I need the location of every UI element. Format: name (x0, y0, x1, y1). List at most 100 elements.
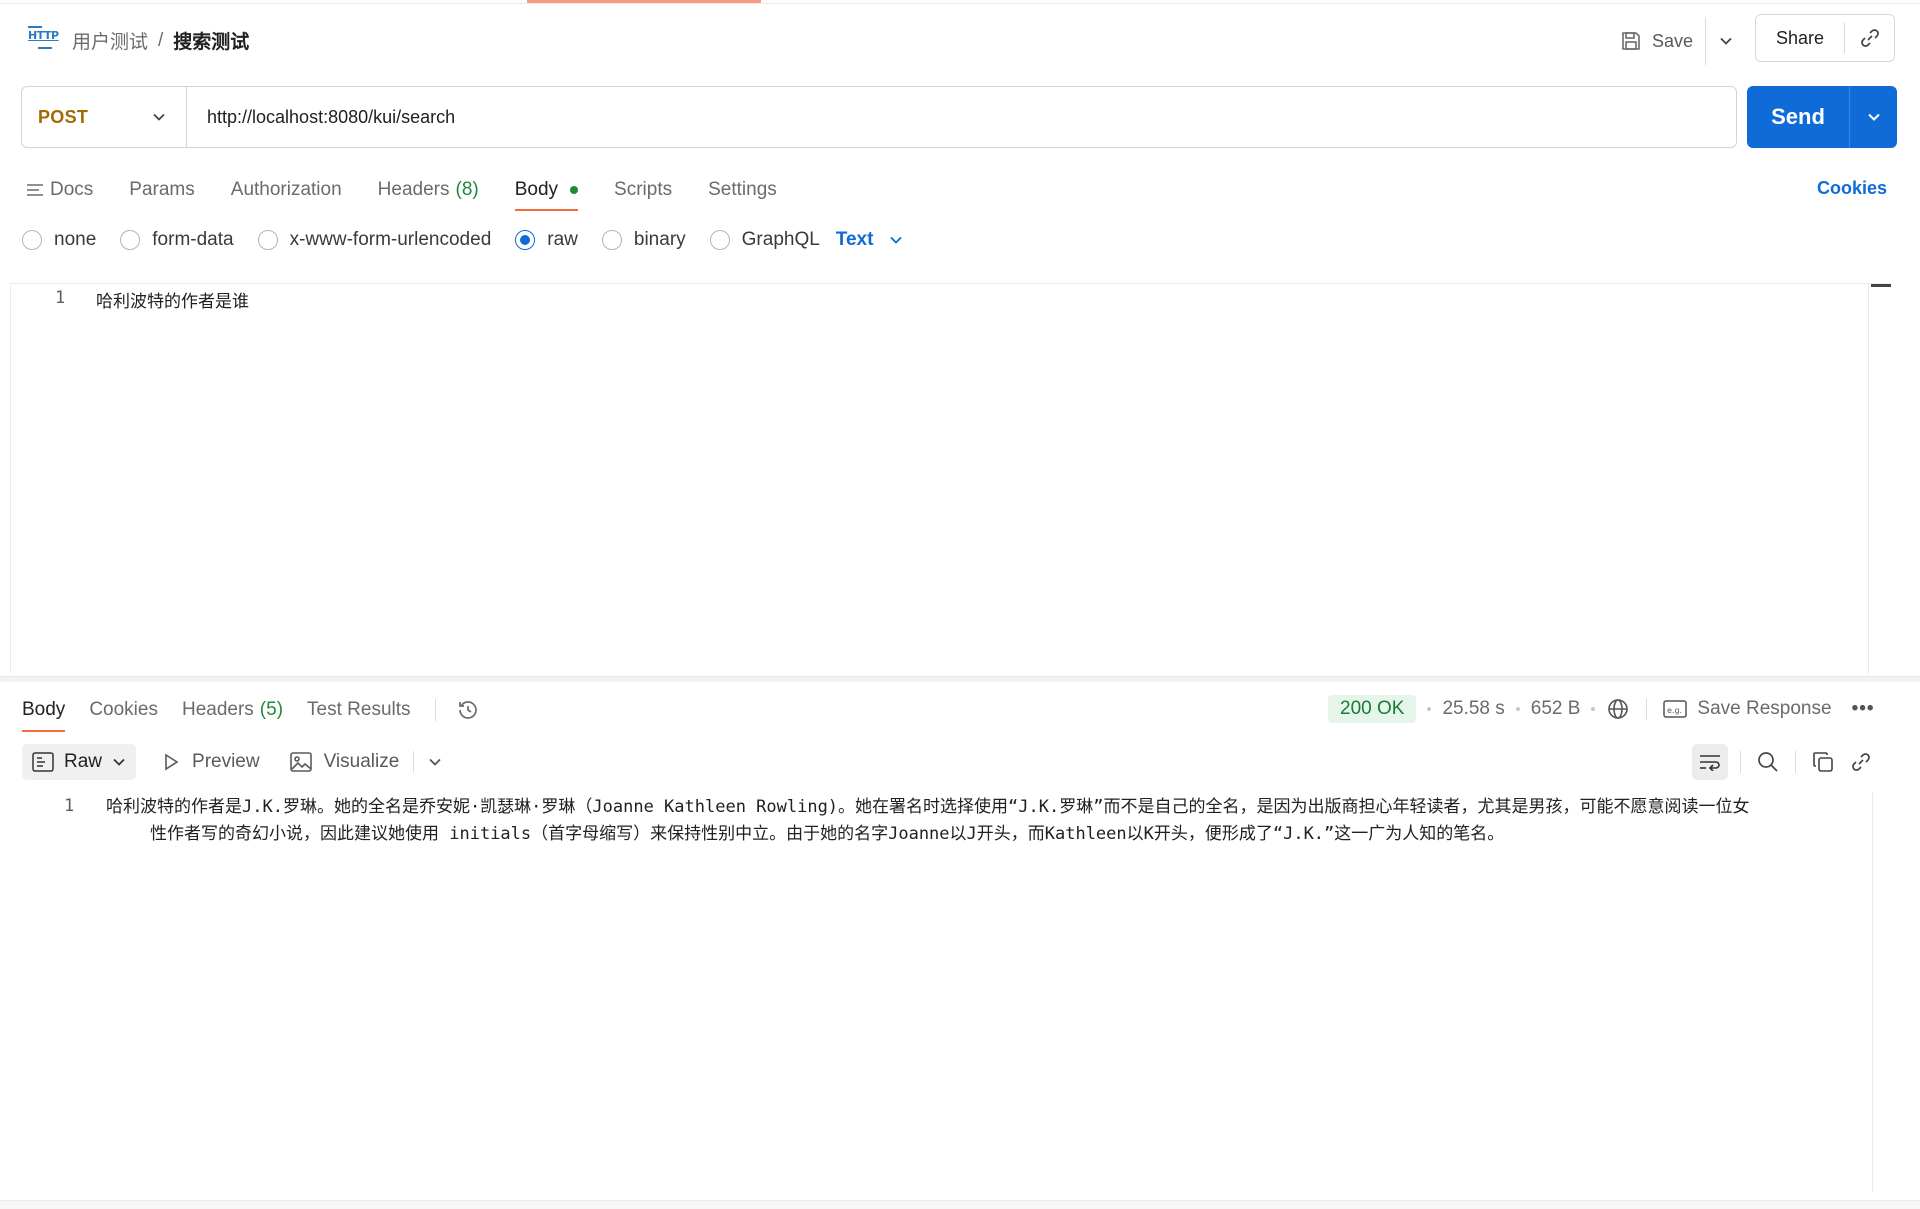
response-tab-test-results[interactable]: Test Results (307, 690, 410, 730)
request-body-text: 哈利波特的作者是谁 (96, 292, 249, 312)
tab-headers-label: Headers (377, 179, 450, 200)
meta-dot (1591, 707, 1596, 711)
request-body-editor[interactable]: 1 哈利波特的作者是谁 (10, 283, 1891, 674)
toolbar-separator (413, 751, 415, 773)
response-time[interactable]: 25.58 s (1442, 698, 1504, 720)
more-options-icon[interactable]: ••• (1852, 698, 1875, 720)
body-type-binary-label: binary (633, 229, 686, 250)
tools-separator (1795, 751, 1796, 773)
link-icon (1860, 29, 1879, 47)
body-type-urlencoded-label: x-www-form-urlencoded (289, 229, 492, 250)
response-tab-cookies[interactable]: Cookies (89, 690, 158, 730)
breadcrumb-separator: / (158, 29, 164, 51)
tab-scripts-label: Scripts (614, 179, 673, 200)
response-body-viewer[interactable]: 1 哈利波特的作者是J.K.罗琳。她的全名是乔安妮·凯瑟琳·罗琳（Joanne … (0, 792, 1880, 1192)
response-tab-test-results-label: Test Results (307, 699, 411, 720)
tabs-separator (434, 699, 436, 721)
meta-separator (1646, 698, 1648, 720)
request-header: HTTP 用户测试 / 搜索测试 Save Share (0, 10, 1920, 68)
save-button[interactable]: Save (1612, 20, 1705, 62)
body-type-none[interactable]: none (22, 229, 96, 251)
share-group: Share (1755, 14, 1895, 62)
play-icon (165, 753, 179, 771)
top-divider (0, 3, 1920, 4)
chevron-down-icon (113, 758, 125, 766)
docs-icon (27, 184, 43, 196)
copy-link-button[interactable] (1845, 15, 1894, 61)
network-info-button[interactable] (1606, 697, 1630, 721)
save-options-button[interactable] (1706, 20, 1746, 62)
tab-settings[interactable]: Settings (708, 170, 777, 210)
editor-scrollbar[interactable] (1868, 284, 1891, 674)
cookies-link[interactable]: Cookies (1817, 178, 1887, 199)
tab-docs[interactable]: Docs (26, 170, 93, 210)
tab-docs-label: Docs (50, 179, 94, 200)
view-mode-raw-label: Raw (64, 751, 103, 772)
request-tabs: Docs Params Authorization Headers (8) Bo… (26, 170, 813, 211)
radio-graphql[interactable] (709, 230, 730, 250)
radio-binary[interactable] (601, 230, 622, 250)
body-type-graphql[interactable]: GraphQL (709, 229, 820, 251)
body-modified-indicator (570, 186, 579, 194)
url-input[interactable] (187, 106, 1736, 128)
view-mode-visualize-label: Visualize (323, 751, 400, 772)
response-text-line-wrapped: 性作者写的奇幻小说，因此建议她使用 initials（首字母缩写）来保持性别中立… (150, 824, 1505, 844)
response-tools (1692, 744, 1876, 780)
headers-count: (8) (455, 179, 479, 200)
body-type-graphql-label: GraphQL (741, 229, 820, 250)
tab-scripts[interactable]: Scripts (614, 170, 672, 210)
view-mode-preview[interactable]: Preview (162, 751, 260, 773)
tab-headers[interactable]: Headers (8) (378, 170, 479, 210)
response-tab-headers[interactable]: Headers (5) (182, 690, 283, 730)
response-scrollbar[interactable] (1872, 792, 1873, 1192)
view-mode-more-button[interactable] (428, 755, 442, 769)
pane-resize-handle[interactable] (0, 676, 1920, 682)
tab-body[interactable]: Body (514, 170, 579, 211)
radio-none[interactable] (22, 230, 42, 250)
body-type-none-label: none (54, 229, 97, 250)
tab-body-label: Body (514, 179, 559, 200)
view-mode-visualize[interactable]: Visualize (289, 751, 400, 773)
editor-line: 1 (55, 288, 65, 308)
save-label: Save (1652, 30, 1694, 51)
save-icon (1622, 32, 1640, 50)
breadcrumb-collection[interactable]: 用户测试 (72, 27, 148, 54)
response-size[interactable]: 652 B (1531, 698, 1581, 720)
chevron-down-icon (890, 236, 903, 244)
radio-raw[interactable] (515, 230, 536, 250)
response-tab-body-label: Body (22, 699, 66, 720)
wrap-icon (1700, 755, 1720, 771)
radio-form-data[interactable] (120, 230, 141, 250)
body-type-raw[interactable]: raw (515, 229, 578, 251)
tab-authorization[interactable]: Authorization (231, 170, 342, 210)
save-response-button[interactable]: e.g. Save Response (1663, 698, 1832, 720)
copy-link-response-button[interactable] (1846, 747, 1876, 777)
body-type-form-data[interactable]: form-data (120, 229, 234, 251)
copy-button[interactable] (1808, 747, 1838, 777)
tab-params[interactable]: Params (129, 170, 194, 210)
view-mode-raw[interactable]: Raw (22, 744, 137, 780)
response-tab-body[interactable]: Body (22, 690, 66, 732)
radio-urlencoded[interactable] (257, 230, 278, 250)
line-number: 1 (64, 796, 75, 816)
response-meta: 200 OK 25.58 s 652 B e.g. Save Response … (1328, 693, 1875, 725)
link-icon (1852, 753, 1870, 771)
wrap-lines-button[interactable] (1692, 744, 1728, 780)
send-button[interactable]: Send (1747, 104, 1849, 130)
response-tab-cookies-label: Cookies (89, 699, 158, 720)
send-options-button[interactable] (1850, 110, 1897, 124)
method-select[interactable]: POST (22, 87, 187, 147)
view-mode-preview-label: Preview (192, 751, 260, 772)
history-button[interactable] (456, 698, 480, 722)
search-button[interactable] (1753, 747, 1783, 777)
line-number: 1 (55, 288, 66, 308)
body-type-raw-label: raw (547, 229, 578, 250)
body-type-binary[interactable]: binary (601, 229, 686, 251)
status-bar (0, 1200, 1920, 1209)
body-type-selector: none form-data x-www-form-urlencoded raw… (22, 226, 903, 254)
raw-format-select[interactable]: Text (836, 229, 904, 251)
breadcrumb-request-name[interactable]: 搜索测试 (173, 27, 249, 54)
body-type-urlencoded[interactable]: x-www-form-urlencoded (257, 229, 492, 251)
share-button[interactable]: Share (1756, 28, 1844, 49)
status-badge[interactable]: 200 OK (1328, 695, 1417, 723)
